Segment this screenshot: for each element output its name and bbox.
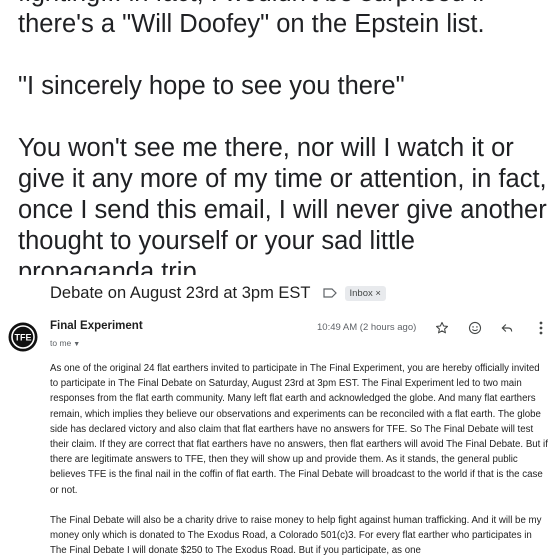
sender-name[interactable]: Final Experiment [50, 320, 143, 332]
email-view: Debate on August 23rd at 3pm EST Inbox ×… [0, 276, 560, 560]
body-paragraph-2: The Final Debate will also be a charity … [50, 514, 542, 557]
remove-label-icon[interactable]: × [375, 288, 381, 299]
star-icon[interactable] [433, 319, 451, 337]
quoted-email-text: fighting... in fact, I wouldn't be surpr… [0, 0, 560, 275]
email-timestamp: 10:49 AM (2 hours ago) [317, 322, 417, 333]
inbox-label-text: Inbox [349, 287, 373, 299]
quoted-paragraph-2: "I sincerely hope to see you there" [18, 72, 405, 100]
avatar-initials: TFE [15, 333, 32, 343]
recipient-text: to me [50, 338, 72, 348]
body-paragraph-1: As one of the original 24 flat earthers … [50, 363, 548, 496]
label-arrow-icon[interactable] [322, 286, 337, 301]
reply-icon[interactable] [498, 319, 516, 337]
quoted-paragraph-1: fighting... in fact, I wouldn't be surpr… [18, 0, 485, 38]
chevron-down-icon[interactable]: ▼ [73, 341, 80, 348]
avatar: TFE [8, 322, 38, 352]
quoted-paragraph-3: You won't see me there, nor will I watch… [18, 134, 547, 275]
recipient-line[interactable]: to me ▼ [50, 338, 80, 348]
email-body: As one of the original 24 flat earthers … [50, 361, 550, 560]
inbox-label-chip[interactable]: Inbox × [344, 285, 386, 301]
emoji-icon[interactable] [466, 319, 484, 337]
subject-row: Debate on August 23rd at 3pm EST Inbox × [50, 282, 386, 304]
more-vert-icon[interactable] [532, 319, 550, 337]
email-subject: Debate on August 23rd at 3pm EST [50, 283, 311, 302]
